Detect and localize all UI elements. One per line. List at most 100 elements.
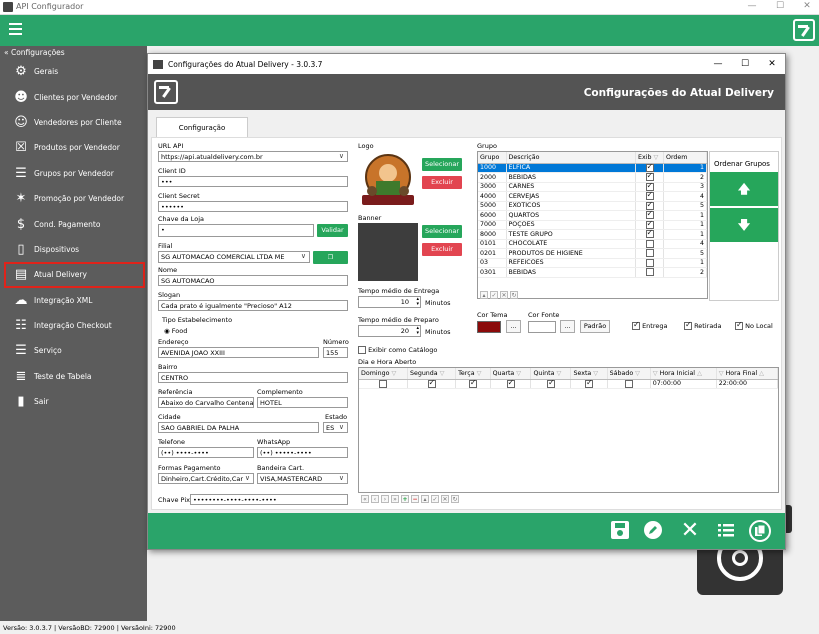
grupo-cell[interactable]: 0101 — [478, 239, 507, 249]
descricao-cell[interactable]: PRODUTOS DE HIGIENE — [506, 248, 636, 259]
filter-icon[interactable]: ▽ — [389, 370, 396, 377]
descricao-cell[interactable]: TESTE GRUPO — [506, 229, 636, 240]
descricao-cell[interactable]: QUARTOS — [506, 210, 636, 221]
ordem-cell[interactable]: 5 — [663, 201, 707, 211]
descricao-cell[interactable]: CERVEJAS — [506, 191, 636, 202]
cor-tema-picker-button[interactable]: ... — [506, 320, 521, 333]
day-checkbox[interactable] — [506, 378, 515, 388]
referencia-field[interactable]: Abaixo do Carvalho Centenar — [158, 397, 254, 408]
nav-prev-icon[interactable]: ‹ — [371, 494, 379, 503]
col-grupo[interactable]: Grupo — [478, 152, 507, 164]
no-local-checkbox[interactable]: No Local — [735, 320, 773, 330]
exib-checkbox[interactable] — [645, 268, 654, 277]
exib-cell[interactable] — [635, 258, 664, 268]
descricao-cell[interactable]: POÇOES — [506, 220, 636, 230]
nav-first-icon[interactable]: « — [361, 494, 369, 503]
exib-cell[interactable] — [635, 267, 664, 278]
stepper-arrows-icon[interactable]: ▴ ▾ — [416, 326, 419, 336]
table-row[interactable]: 7000POÇOES 1 — [478, 219, 707, 230]
whatsapp-field[interactable]: (••) •••••-•••• — [257, 447, 348, 458]
formas-pagamento-select[interactable]: Dinheiro,Cart.Crédito,Car — [158, 473, 254, 484]
table-row[interactable]: 0101 CHOCOLATE 4 — [478, 239, 707, 249]
sidebar-item-cond-pagamento[interactable]: $ Cond. Pagamento — [0, 211, 147, 236]
hamburger-menu-icon[interactable] — [9, 23, 22, 25]
table-row[interactable]: 0301 BEBIDAS 2 — [478, 267, 707, 278]
day-cell[interactable] — [490, 378, 532, 389]
chave-loja-field[interactable]: • — [158, 224, 314, 237]
cancel-icon[interactable]: ✕ — [679, 520, 701, 542]
nav-refresh-icon[interactable]: ↻ — [451, 494, 459, 503]
grupo-cell[interactable]: 8000 — [478, 229, 507, 240]
bairro-field[interactable]: CENTRO — [158, 372, 348, 383]
exibir-catalogo-checkbox[interactable]: Exibir como Catálogo — [358, 346, 437, 354]
filter-icon[interactable]: ▽ — [653, 154, 658, 161]
ordem-cell[interactable]: 1 — [663, 229, 707, 240]
validar-button[interactable]: Validar — [317, 224, 348, 237]
day-cell[interactable] — [570, 378, 608, 389]
col-hora-final[interactable]: ▽ Hora Final △ — [716, 368, 778, 380]
retirada-box[interactable] — [684, 320, 692, 330]
chave-pix-field[interactable]: ••••••••-••••-••••-•••• — [190, 494, 348, 505]
filter-icon[interactable]: ▽ — [514, 370, 521, 377]
grupo-cell[interactable]: 1000 — [478, 163, 507, 173]
sidebar-item-gerais[interactable]: ⚙ Gerais — [0, 59, 147, 84]
ordem-cell[interactable]: 4 — [663, 191, 707, 202]
col-hora-inicial[interactable]: ▽ Hora Inicial △ — [650, 368, 717, 380]
dialog-close-button[interactable]: ✕ — [765, 59, 779, 69]
logo-select-button[interactable]: Selecionar — [422, 158, 462, 171]
sidebar-item-dispositivos[interactable]: ▯ Dispositivos — [0, 237, 147, 262]
entrega-box[interactable] — [632, 320, 640, 330]
exib-checkbox[interactable] — [645, 239, 654, 248]
ordem-cell[interactable]: 2 — [663, 267, 707, 278]
day-checkbox[interactable] — [624, 379, 633, 388]
save-icon[interactable] — [609, 520, 631, 542]
table-row[interactable]: 0201 PRODUTOS DE HIGIENE 5 — [478, 248, 707, 259]
grupo-cell[interactable]: 0201 — [478, 248, 507, 259]
estado-select[interactable]: ES — [323, 422, 348, 433]
exib-cell[interactable] — [635, 239, 664, 249]
url-api-select[interactable]: https://api.atualdelivery.com.br — [158, 151, 348, 162]
day-checkbox[interactable] — [585, 378, 594, 388]
grupo-cell[interactable]: 2000 — [478, 172, 507, 183]
cor-tema-swatch[interactable] — [477, 321, 501, 333]
sidebar-section-title[interactable]: « Configurações — [0, 46, 147, 59]
sidebar-item-teste-de-tabela[interactable]: ≣ Teste de Tabela — [0, 364, 147, 389]
numero-field[interactable]: 155 — [323, 347, 348, 358]
grupo-cell[interactable]: 5000 — [478, 201, 507, 211]
exib-checkbox[interactable] — [645, 258, 654, 267]
table-row[interactable]: 1000ELFICA 1 — [478, 162, 707, 173]
nav-cancel-icon[interactable]: ✕ — [500, 290, 508, 299]
dialog-minimize-button[interactable]: — — [711, 59, 725, 69]
descricao-cell[interactable]: ELFICA — [506, 163, 636, 173]
dialog-maximize-button[interactable]: ☐ — [738, 59, 752, 69]
nav-edit-icon[interactable]: ✓ — [431, 494, 439, 503]
stepper-arrows-icon[interactable]: ▴ ▾ — [416, 297, 419, 307]
ordem-cell[interactable]: 3 — [663, 182, 707, 192]
ordem-cell[interactable]: 1 — [663, 220, 707, 230]
tab-configuracao[interactable]: Configuração — [156, 117, 248, 138]
nav-last-icon[interactable]: » — [391, 494, 399, 503]
descricao-cell[interactable]: BEBIDAS — [506, 172, 636, 183]
move-up-button[interactable]: 🡅 — [710, 172, 778, 206]
sidebar-item-clientes-por-vendedor[interactable]: ☻ Clientes por Vendedor — [0, 84, 147, 109]
exib-cell[interactable] — [635, 228, 664, 240]
nav-up-icon[interactable]: ▴ — [421, 494, 429, 503]
day-cell[interactable] — [530, 378, 572, 389]
sort-icon[interactable]: △ — [695, 370, 702, 377]
grupo-cell[interactable]: 7000 — [478, 220, 507, 230]
entrega-checkbox[interactable]: Entrega — [632, 320, 668, 330]
table-row[interactable]: 4000CERVEJAS 4 — [478, 190, 707, 202]
descricao-cell[interactable]: REFEICOES — [506, 258, 636, 268]
nav-refresh-icon[interactable]: ↻ — [510, 290, 518, 299]
grupo-cell[interactable]: 03 — [478, 258, 507, 268]
descricao-cell[interactable]: CHOCOLATE — [506, 239, 636, 249]
nav-remove-icon[interactable]: − — [411, 494, 419, 503]
tempo-preparo-stepper[interactable]: 20 ▴ ▾ — [358, 325, 421, 337]
table-row[interactable]: 2000BEBIDAS 2 — [478, 171, 707, 183]
table-row[interactable]: 5000EXOTICOS 5 — [478, 200, 707, 211]
tempo-entrega-stepper[interactable]: 10 ▴ ▾ — [358, 296, 421, 308]
descricao-cell[interactable]: EXOTICOS — [506, 201, 636, 211]
maximize-button[interactable]: ☐ — [770, 1, 790, 11]
sidebar-item-vendedores-por-cliente[interactable]: ☺ Vendedores por Cliente — [0, 110, 147, 135]
filter-icon[interactable]: ▽ — [591, 370, 598, 377]
